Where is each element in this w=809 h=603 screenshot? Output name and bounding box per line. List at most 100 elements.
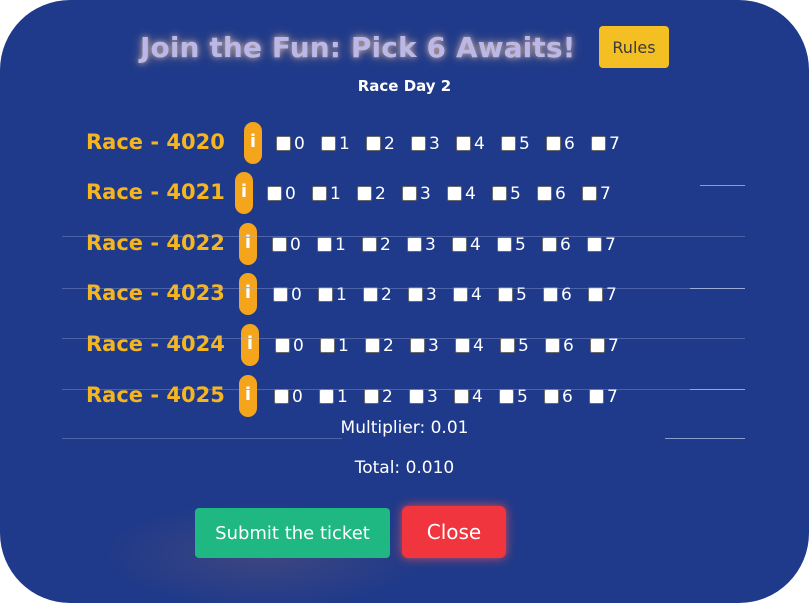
option-checkbox[interactable] — [542, 236, 557, 252]
option-checkbox[interactable] — [546, 135, 561, 151]
option-3[interactable]: 3 — [411, 132, 440, 154]
info-icon[interactable]: i — [239, 223, 257, 265]
option-number: 4 — [470, 235, 481, 255]
option-number: 4 — [472, 387, 483, 407]
option-2[interactable]: 2 — [366, 132, 395, 154]
total-text: Total: 0.010 — [354, 458, 455, 478]
option-number: 5 — [519, 134, 530, 154]
separator-line — [62, 338, 745, 339]
option-7[interactable]: 7 — [591, 132, 620, 154]
option-7[interactable]: 7 — [588, 283, 617, 305]
option-4[interactable]: 4 — [456, 132, 485, 154]
option-7[interactable]: 7 — [582, 182, 611, 204]
option-checkbox[interactable] — [591, 135, 606, 151]
option-checkbox[interactable] — [320, 337, 335, 353]
option-number: 5 — [510, 184, 521, 204]
option-checkbox[interactable] — [500, 337, 515, 353]
option-1[interactable]: 1 — [321, 132, 350, 154]
rules-button[interactable]: Rules — [599, 26, 669, 68]
option-checkbox[interactable] — [272, 236, 287, 252]
separator-line — [665, 438, 745, 439]
option-checkbox[interactable] — [452, 236, 467, 252]
option-checkbox[interactable] — [407, 236, 422, 252]
option-checkbox[interactable] — [497, 236, 512, 252]
info-icon[interactable]: i — [235, 172, 253, 214]
option-checkbox[interactable] — [455, 337, 470, 353]
separator-line — [62, 389, 745, 390]
option-checkbox[interactable] — [587, 236, 602, 252]
option-1[interactable]: 1 — [318, 283, 347, 305]
option-checkbox[interactable] — [411, 135, 426, 151]
option-number: 1 — [335, 235, 346, 255]
modal-title: Join the Fun: Pick 6 Awaits! — [140, 31, 576, 64]
option-checkbox[interactable] — [402, 185, 417, 201]
option-checkbox[interactable] — [589, 388, 604, 404]
option-3[interactable]: 3 — [408, 283, 437, 305]
option-checkbox[interactable] — [362, 236, 377, 252]
option-3[interactable]: 3 — [402, 182, 431, 204]
option-checkbox[interactable] — [501, 135, 516, 151]
option-5[interactable]: 5 — [501, 132, 530, 154]
option-checkbox[interactable] — [357, 185, 372, 201]
race-label: Race - 4022 — [86, 231, 225, 255]
option-checkbox[interactable] — [365, 337, 380, 353]
option-checkbox[interactable] — [276, 135, 291, 151]
option-2[interactable]: 2 — [357, 182, 386, 204]
option-number: 1 — [339, 134, 350, 154]
option-checkbox[interactable] — [590, 337, 605, 353]
multiplier-text: Multiplier: 0.01 — [340, 418, 469, 438]
info-icon[interactable]: i — [239, 375, 257, 417]
option-checkbox[interactable] — [456, 135, 471, 151]
info-icon[interactable]: i — [241, 324, 259, 366]
separator-line — [62, 288, 745, 289]
option-4[interactable]: 4 — [453, 283, 482, 305]
option-number: 1 — [330, 184, 341, 204]
option-0[interactable]: 0 — [267, 182, 296, 204]
option-number: 2 — [384, 134, 395, 154]
close-button[interactable]: Close — [402, 506, 506, 558]
option-checkbox[interactable] — [317, 236, 332, 252]
option-1[interactable]: 1 — [312, 182, 341, 204]
submit-ticket-button[interactable]: Submit the ticket — [195, 508, 390, 558]
option-4[interactable]: 4 — [447, 182, 476, 204]
option-checkbox[interactable] — [364, 388, 379, 404]
option-0[interactable]: 0 — [273, 283, 302, 305]
option-checkbox[interactable] — [366, 135, 381, 151]
info-icon[interactable]: i — [244, 122, 262, 164]
option-checkbox[interactable] — [267, 185, 282, 201]
option-number: 6 — [562, 387, 573, 407]
option-checkbox[interactable] — [274, 388, 289, 404]
option-number: 3 — [428, 336, 439, 356]
option-checkbox[interactable] — [544, 388, 559, 404]
race-label: Race - 4023 — [86, 281, 225, 305]
option-2[interactable]: 2 — [363, 283, 392, 305]
option-5[interactable]: 5 — [492, 182, 521, 204]
option-checkbox[interactable] — [321, 135, 336, 151]
option-checkbox[interactable] — [275, 337, 290, 353]
option-number: 6 — [564, 134, 575, 154]
option-number: 2 — [382, 387, 393, 407]
option-checkbox[interactable] — [319, 388, 334, 404]
option-checkbox[interactable] — [409, 388, 424, 404]
option-checkbox[interactable] — [410, 337, 425, 353]
option-6[interactable]: 6 — [546, 132, 575, 154]
option-checkbox[interactable] — [492, 185, 507, 201]
option-checkbox[interactable] — [447, 185, 462, 201]
option-checkbox[interactable] — [312, 185, 327, 201]
option-checkbox[interactable] — [545, 337, 560, 353]
option-number: 6 — [563, 336, 574, 356]
option-checkbox[interactable] — [454, 388, 469, 404]
info-icon[interactable]: i — [239, 273, 257, 315]
option-checkbox[interactable] — [537, 185, 552, 201]
option-number: 7 — [600, 184, 611, 204]
option-checkbox[interactable] — [499, 388, 514, 404]
option-0[interactable]: 0 — [276, 132, 305, 154]
race-row: Race - 4023 i 0 1 2 3 4 5 6 7 — [86, 273, 706, 315]
option-number: 2 — [383, 336, 394, 356]
option-number: 0 — [285, 184, 296, 204]
option-6[interactable]: 6 — [543, 283, 572, 305]
option-6[interactable]: 6 — [537, 182, 566, 204]
pick6-modal: Join the Fun: Pick 6 Awaits! Rules Race … — [0, 0, 809, 603]
option-checkbox[interactable] — [582, 185, 597, 201]
option-5[interactable]: 5 — [498, 283, 527, 305]
